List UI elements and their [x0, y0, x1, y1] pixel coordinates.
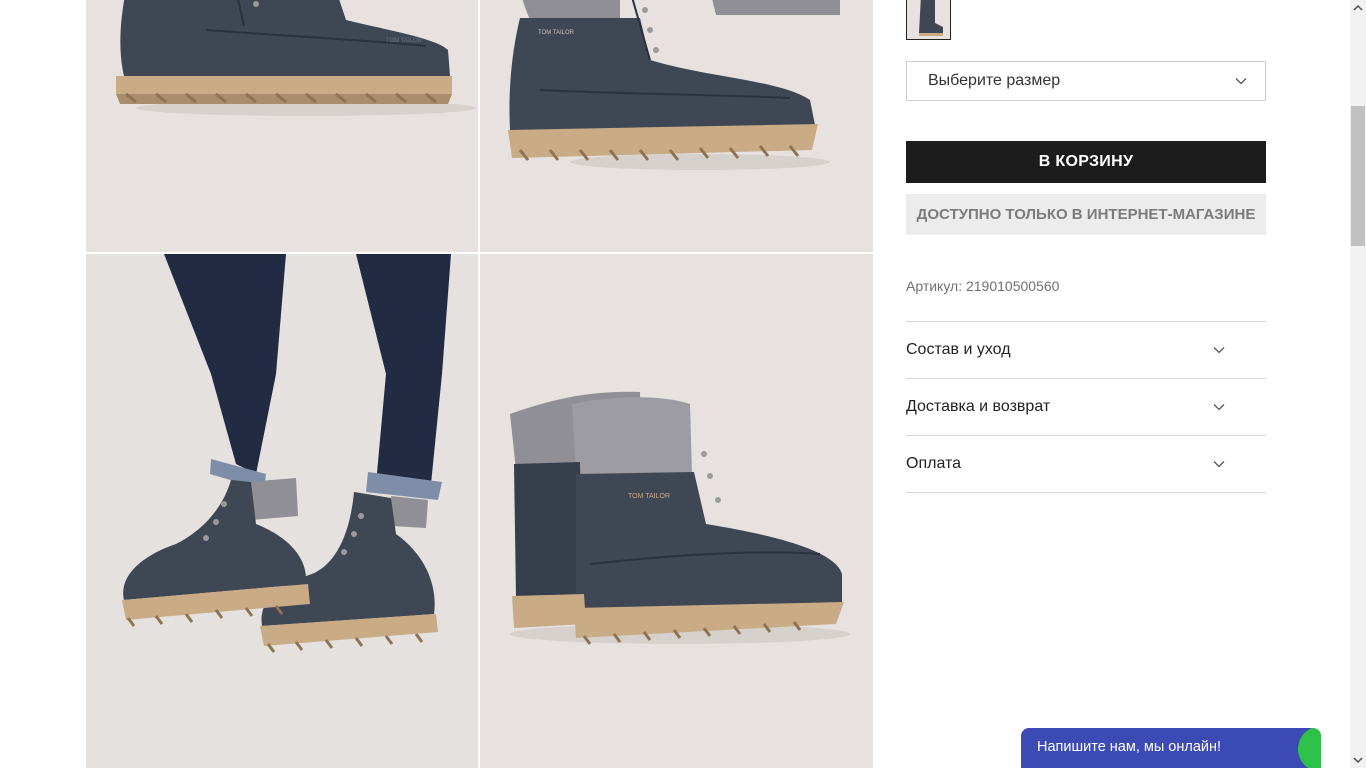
- scroll-up-arrow-icon[interactable]: [1350, 0, 1366, 16]
- chat-widget-button[interactable]: Напишите нам, мы онлайн!: [1021, 728, 1321, 768]
- chat-widget-label: Напишите нам, мы онлайн!: [1037, 739, 1222, 755]
- product-photo-front[interactable]: TOM TAILOR: [480, 0, 873, 252]
- product-photo-side[interactable]: TOM TAILOR: [86, 0, 478, 252]
- online-status-indicator: [1298, 728, 1321, 768]
- scrollbar-thumb[interactable]: [1351, 106, 1365, 246]
- boot-side-image: TOM TAILOR: [116, 0, 476, 116]
- model-wearing-boots-image: [122, 254, 451, 653]
- chevron-down-icon: [1235, 78, 1247, 85]
- chevron-down-icon: [1213, 461, 1225, 468]
- accordion-delivery-returns[interactable]: Доставка и возврат: [906, 378, 1266, 435]
- chevron-down-icon: [1213, 404, 1225, 411]
- accordion-label: Оплата: [906, 455, 962, 472]
- accordion-label: Доставка и возврат: [906, 398, 1051, 415]
- product-gallery: TOM TAILOR TOM TAILOR TOM TAILOR: [86, 0, 873, 768]
- svg-text:TOM TAILOR: TOM TAILOR: [386, 38, 423, 44]
- accordion-label: Состав и уход: [906, 341, 1011, 358]
- brand-print: TOM TAILOR: [628, 493, 670, 500]
- color-thumbnail-selected[interactable]: [906, 0, 951, 40]
- boots-pair-image: TOM TAILOR: [510, 391, 850, 645]
- product-photo-model[interactable]: [86, 254, 478, 768]
- accordion-composition-care[interactable]: Состав и уход: [906, 321, 1266, 378]
- size-select-placeholder: Выберите размер: [928, 72, 1061, 89]
- size-select[interactable]: Выберите размер: [906, 61, 1266, 101]
- online-only-badge: ДОСТУПНО ТОЛЬКО В ИНТЕРНЕТ-МАГАЗИНЕ: [906, 194, 1266, 235]
- boot-front-image: TOM TAILOR: [508, 0, 840, 170]
- add-to-cart-button[interactable]: В КОРЗИНУ: [906, 141, 1266, 183]
- chevron-down-icon: [1213, 347, 1225, 354]
- product-sku: Артикул: 219010500560: [906, 278, 1060, 294]
- boot-thumbnail-image: [919, 0, 943, 36]
- page-scrollbar[interactable]: [1350, 0, 1366, 768]
- accordion-payment[interactable]: Оплата: [906, 435, 1266, 492]
- product-photo-pair[interactable]: TOM TAILOR: [480, 254, 873, 768]
- accordion-divider: [906, 492, 1266, 493]
- scroll-down-arrow-icon[interactable]: [1350, 752, 1366, 768]
- svg-text:TOM TAILOR: TOM TAILOR: [538, 30, 575, 36]
